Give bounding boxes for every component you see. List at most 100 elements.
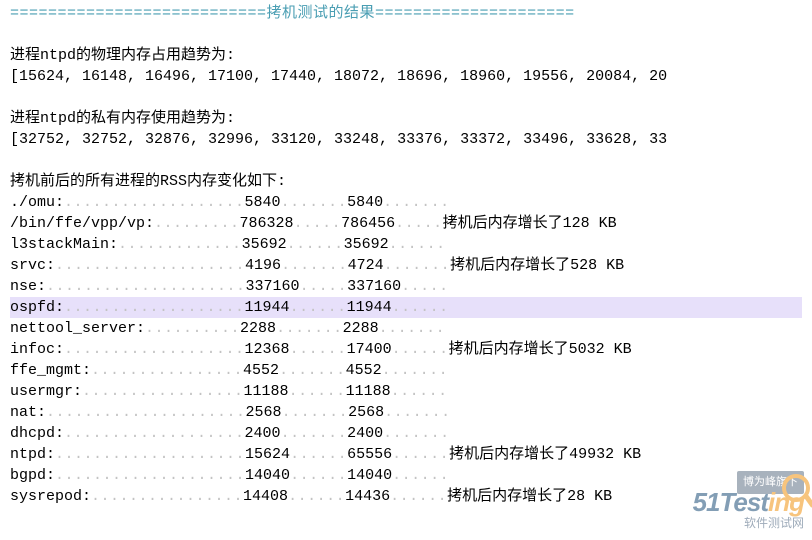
- filler-dots: ......: [392, 297, 449, 318]
- title-text: ===========================拷机测试的结果======…: [10, 3, 575, 24]
- table-row: nat:.....................2568.......2568…: [10, 402, 802, 423]
- process-name: infoc:: [10, 339, 64, 360]
- section-priv-header: 进程ntpd的私有内存使用趋势为:: [10, 108, 802, 129]
- rss-after: 11188: [346, 381, 391, 402]
- filler-dots: .......: [382, 360, 449, 381]
- process-name: srvc:: [10, 255, 55, 276]
- filler-dots: ......: [289, 381, 346, 402]
- table-row: bgpd:....................14040......1404…: [10, 465, 802, 486]
- rss-before: 337160: [246, 276, 300, 297]
- delta-note: 拷机后内存增长了5032 KB: [449, 339, 632, 360]
- rss-before: 11944: [245, 297, 290, 318]
- filler-dots: ....................: [55, 465, 245, 486]
- table-row: ospfd:...................11944......1194…: [10, 297, 802, 318]
- process-name: ospfd:: [10, 297, 64, 318]
- rss-after: 11944: [347, 297, 392, 318]
- rss-after: 5840: [347, 192, 383, 213]
- filler-dots: ................: [91, 486, 243, 507]
- table-row: ./omu:...................5840.......5840…: [10, 192, 802, 213]
- process-name: bgpd:: [10, 465, 55, 486]
- rss-after: 14040: [347, 465, 392, 486]
- delta-note: 拷机后内存增长了128 KB: [443, 213, 617, 234]
- delta-note: 拷机后内存增长了28 KB: [447, 486, 612, 507]
- filler-dots: .......: [281, 255, 348, 276]
- filler-dots: .......: [281, 192, 348, 213]
- filler-dots: .............: [118, 234, 242, 255]
- process-name: nse:: [10, 276, 46, 297]
- process-name: l3stackMain:: [10, 234, 118, 255]
- priv-values: [32752, 32752, 32876, 32996, 33120, 3324…: [10, 129, 802, 150]
- filler-dots: ................: [91, 360, 243, 381]
- filler-dots: .................: [82, 381, 244, 402]
- process-name: nettool_server:: [10, 318, 145, 339]
- rss-after: 4724: [348, 255, 384, 276]
- rss-before: 4552: [243, 360, 279, 381]
- filler-dots: .....................: [46, 402, 246, 423]
- filler-dots: .......: [384, 255, 451, 276]
- process-name: usermgr:: [10, 381, 82, 402]
- filler-dots: .....: [300, 276, 348, 297]
- blank-line: [10, 24, 802, 45]
- filler-dots: .....................: [46, 276, 246, 297]
- process-name: dhcpd:: [10, 423, 64, 444]
- filler-dots: .......: [384, 402, 451, 423]
- filler-dots: ......: [290, 339, 347, 360]
- filler-dots: ......: [290, 297, 347, 318]
- filler-dots: ......: [389, 234, 446, 255]
- filler-dots: .....: [401, 276, 449, 297]
- process-name: ntpd:: [10, 444, 55, 465]
- blank-line: [10, 150, 802, 171]
- phys-values: [15624, 16148, 16496, 17100, 17440, 1807…: [10, 66, 802, 87]
- table-row: dhcpd:...................2400.......2400…: [10, 423, 802, 444]
- table-row: nse:.....................337160.....3371…: [10, 276, 802, 297]
- rss-after: 35692: [344, 234, 389, 255]
- rss-after: 17400: [347, 339, 392, 360]
- table-row: /bin/ffe/vpp/vp:.........786328.....7864…: [10, 213, 802, 234]
- table-row: ffe_mgmt:................4552.......4552…: [10, 360, 802, 381]
- rss-before: 2568: [246, 402, 282, 423]
- filler-dots: ....................: [55, 255, 245, 276]
- table-row: l3stackMain:.............35692......3569…: [10, 234, 802, 255]
- output-log: ===========================拷机测试的结果======…: [0, 0, 812, 540]
- filler-dots: .........: [154, 213, 240, 234]
- table-row: ntpd:....................15624......6555…: [10, 444, 802, 465]
- rss-before: 2288: [240, 318, 276, 339]
- process-name: ./omu:: [10, 192, 64, 213]
- process-name: nat:: [10, 402, 46, 423]
- rss-before: 2400: [245, 423, 281, 444]
- filler-dots: ..........: [145, 318, 240, 339]
- filler-dots: ......: [390, 486, 447, 507]
- filler-dots: ...................: [64, 423, 245, 444]
- section-rss-header: 拷机前后的所有进程的RSS内存变化如下:: [10, 171, 802, 192]
- table-row: infoc:...................12368......1740…: [10, 339, 802, 360]
- filler-dots: .....: [395, 213, 443, 234]
- filler-dots: ......: [392, 339, 449, 360]
- filler-dots: .......: [379, 318, 446, 339]
- process-name: /bin/ffe/vpp/vp:: [10, 213, 154, 234]
- rss-before: 15624: [245, 444, 290, 465]
- rss-after: 2568: [348, 402, 384, 423]
- rss-after: 2288: [343, 318, 379, 339]
- table-row: nettool_server:..........2288.......2288…: [10, 318, 802, 339]
- rss-before: 786328: [240, 213, 294, 234]
- filler-dots: ...................: [64, 297, 245, 318]
- filler-dots: ...................: [64, 192, 245, 213]
- filler-dots: .......: [281, 423, 348, 444]
- filler-dots: ......: [391, 381, 448, 402]
- filler-dots: .....: [294, 213, 342, 234]
- filler-dots: .......: [279, 360, 346, 381]
- rss-after: 786456: [341, 213, 395, 234]
- delta-note: 拷机后内存增长了49932 KB: [449, 444, 641, 465]
- rss-before: 12368: [245, 339, 290, 360]
- filler-dots: ......: [287, 234, 344, 255]
- section-phys-header: 进程ntpd的物理内存占用趋势为:: [10, 45, 802, 66]
- filler-dots: ....................: [55, 444, 245, 465]
- filler-dots: ......: [288, 486, 345, 507]
- rss-before: 11188: [244, 381, 289, 402]
- delta-note: 拷机后内存增长了528 KB: [450, 255, 624, 276]
- table-row: sysrepod:................14408......1443…: [10, 486, 802, 507]
- rss-after: 2400: [347, 423, 383, 444]
- filler-dots: .......: [383, 423, 450, 444]
- rss-before: 14408: [243, 486, 288, 507]
- title-row: ===========================拷机测试的结果======…: [10, 3, 802, 24]
